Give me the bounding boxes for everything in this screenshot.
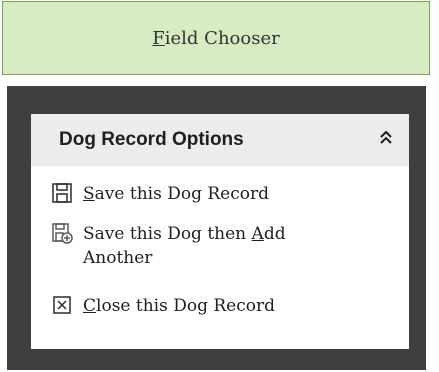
save-and-add-another-item[interactable]: Save this Dog then Add Another bbox=[51, 222, 391, 272]
save-and-add-label-line1: Save this Dog then Add bbox=[83, 224, 286, 244]
panel-title: Dog Record Options bbox=[59, 129, 244, 150]
double-chevron-up-icon[interactable] bbox=[377, 128, 395, 148]
panel-header: Dog Record Options bbox=[31, 114, 409, 166]
close-box-icon bbox=[53, 296, 71, 314]
save-and-add-icon bbox=[52, 223, 73, 244]
save-and-add-label-line2: Another bbox=[83, 248, 153, 268]
dog-record-options-panel: Dog Record Options Save this Dog Record bbox=[31, 114, 409, 349]
screen: Field Chooser Dog Record Options Save th… bbox=[0, 0, 439, 372]
save-dog-record-item[interactable]: Save this Dog Record bbox=[51, 182, 391, 208]
field-chooser-button[interactable]: Field Chooser bbox=[2, 1, 430, 75]
close-dog-record-item[interactable]: Close this Dog Record bbox=[51, 294, 391, 320]
floppy-disk-icon bbox=[52, 183, 72, 203]
field-chooser-label: Field Chooser bbox=[152, 27, 280, 49]
save-dog-record-label: Save this Dog Record bbox=[83, 184, 269, 204]
close-dog-record-label: Close this Dog Record bbox=[83, 296, 275, 316]
